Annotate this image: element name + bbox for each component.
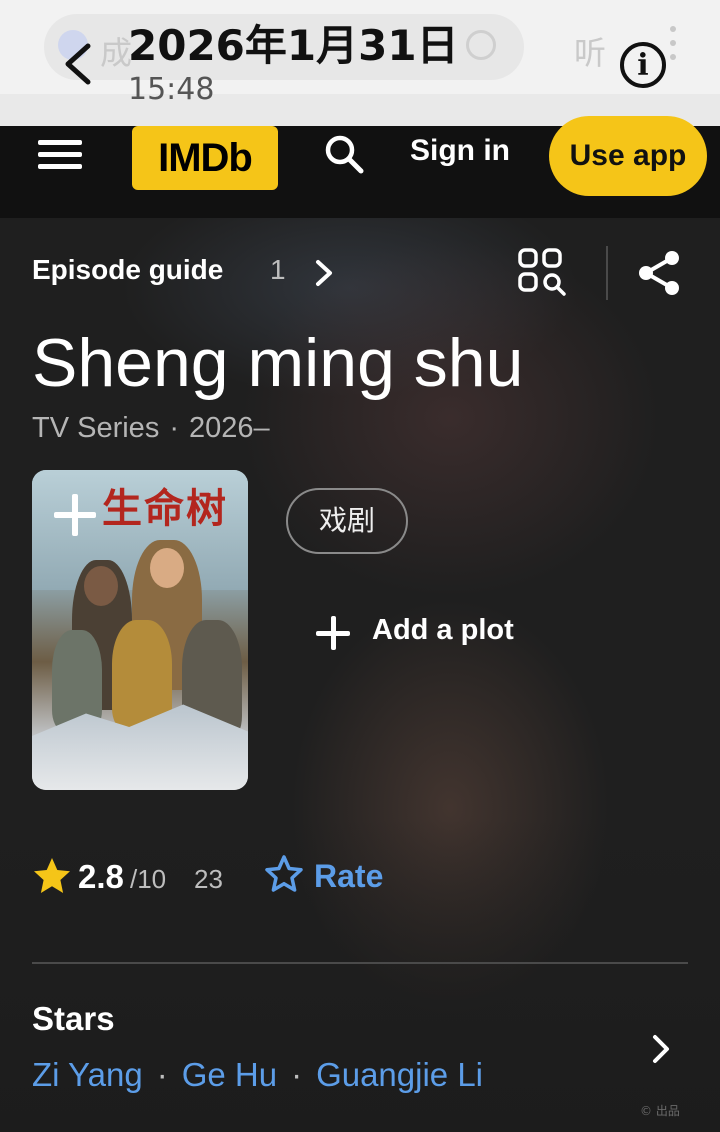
add-to-watchlist-icon[interactable] — [50, 490, 100, 540]
rating-value[interactable]: 2.8 — [78, 858, 124, 896]
poster-image[interactable]: 生命树 — [32, 470, 248, 790]
poster-figure — [52, 630, 102, 730]
star-link[interactable]: Guangjie Li — [316, 1056, 483, 1093]
chevron-right-icon[interactable] — [312, 258, 336, 288]
title-hero: Episode guide 1 Sheng ming shu TV Series… — [0, 218, 720, 1132]
watermark: © 出品 — [640, 1104, 680, 1118]
use-app-button[interactable]: Use app — [549, 116, 707, 196]
stars-separator: · — [291, 1056, 303, 1093]
star-icon — [34, 858, 70, 893]
stars-separator: · — [156, 1056, 168, 1093]
title-years[interactable]: 2026– — [189, 412, 270, 444]
poster-face — [84, 566, 118, 606]
rating-row: 2.8 /10 23 Rate — [32, 854, 712, 900]
info-icon[interactable]: i — [620, 42, 666, 88]
menu-hamburger-icon[interactable] — [38, 140, 82, 172]
rating-count[interactable]: 23 — [194, 864, 223, 895]
background-search-icon — [466, 30, 496, 60]
screenshot-time: 15:48 — [128, 72, 215, 107]
star-link[interactable]: Ge Hu — [182, 1056, 277, 1093]
screenshot-date: 2026年1月31日 — [128, 21, 459, 70]
star-link[interactable]: Zi Yang — [32, 1056, 143, 1093]
episode-count[interactable]: 1 — [270, 254, 286, 286]
imdb-logo[interactable]: IMDb — [132, 126, 278, 190]
share-icon[interactable] — [636, 248, 684, 298]
poster-title-text: 生命树 — [102, 486, 228, 532]
page-title: Sheng ming shu — [32, 325, 524, 401]
imdb-header: IMDb Sign in Use app — [0, 116, 720, 218]
sign-in-button[interactable]: Sign in — [410, 134, 510, 168]
plus-icon — [316, 616, 350, 650]
stars-heading: Stars — [32, 1000, 115, 1037]
meta-separator: · — [169, 412, 179, 444]
episode-guide-link[interactable]: Episode guide — [32, 254, 223, 286]
stars-list: Zi Yang · Ge Hu · Guangjie Li — [32, 1056, 483, 1094]
section-divider — [32, 962, 688, 964]
poster-face — [150, 548, 184, 588]
all-topics-icon[interactable] — [516, 246, 568, 298]
rating-max: /10 — [130, 864, 167, 894]
chevron-right-icon[interactable] — [650, 1032, 672, 1066]
title-type: TV Series — [32, 412, 160, 444]
search-icon[interactable] — [322, 132, 366, 176]
genre-chip[interactable]: 戏剧 — [286, 488, 408, 554]
add-plot-label: Add a plot — [372, 614, 514, 646]
background-listen-text: 听 — [574, 34, 607, 72]
title-meta: TV Series · 2026– — [32, 412, 270, 445]
toolbar-divider — [606, 246, 608, 300]
back-arrow-icon[interactable] — [60, 40, 96, 88]
star-outline-icon[interactable] — [264, 854, 304, 894]
browser-top-bar: 成 听 2026年1月31日 15:48 i — [0, 0, 720, 126]
rate-button[interactable]: Rate — [314, 858, 383, 895]
background-menu-icon — [670, 26, 678, 66]
